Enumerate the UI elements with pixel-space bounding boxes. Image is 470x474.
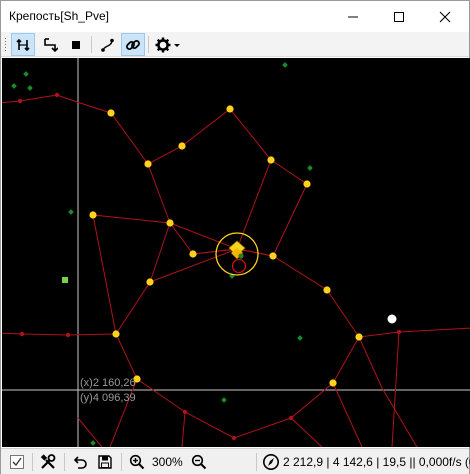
compass-icon (263, 454, 279, 470)
zoom-out-button[interactable] (188, 451, 210, 473)
close-button[interactable] (422, 1, 468, 32)
title-bar: Крепость[Sh_Pve] (1, 1, 469, 32)
stop-button[interactable] (64, 33, 88, 56)
stop-icon (72, 40, 80, 49)
zoom-out-icon (191, 454, 207, 470)
path-edges (2, 94, 470, 447)
map-graph (2, 58, 470, 447)
cursor-x-readout: (x)2 160,26 (80, 377, 136, 389)
zoom-in-button[interactable] (126, 451, 148, 473)
checkbox-icon (10, 455, 24, 469)
path-mode-button[interactable] (11, 33, 35, 56)
waypoint-nodes (89, 105, 363, 387)
toolbar (1, 32, 469, 57)
compass-button[interactable] (260, 451, 282, 473)
dropdown-arrow-icon (174, 43, 180, 47)
window-title: Крепость[Sh_Pve] (9, 9, 109, 23)
link-button[interactable] (121, 33, 145, 56)
minimize-icon (348, 16, 358, 17)
undo-button[interactable] (69, 451, 91, 473)
resource-markers (11, 62, 313, 446)
checkbox-button[interactable] (6, 451, 28, 473)
status-bar: 300% 2 212,9 | 4 142,6 | 19,5 || 0,000f/… (1, 448, 470, 474)
close-icon (439, 11, 451, 22)
zoom-level: 300% (152, 455, 183, 469)
maximize-button[interactable] (376, 1, 422, 32)
waypoint-button[interactable] (96, 33, 120, 56)
zoom-in-icon (129, 454, 145, 470)
path-mode-icon (16, 38, 30, 51)
minimize-button[interactable] (330, 1, 376, 32)
gear-icon (155, 37, 180, 52)
edge-joints (17, 92, 402, 441)
position-info: 2 212,9 | 4 142,6 | 19,5 || 0,000f/s (0) (283, 455, 470, 469)
tools-button[interactable] (37, 451, 59, 473)
undo-icon (73, 456, 87, 469)
toolbar-grip-icon[interactable] (4, 38, 7, 51)
route-button[interactable] (38, 33, 62, 56)
cursor-y-readout: (y)4 096,39 (80, 392, 136, 404)
route-icon (44, 37, 58, 52)
maximize-icon (394, 11, 404, 22)
target-marker (387, 314, 397, 324)
app-window: Крепость[Sh_Pve] (x)2 160,26 (y)4 096,39… (0, 0, 470, 474)
settings-menu-button[interactable] (154, 33, 184, 56)
save-button[interactable] (94, 451, 116, 473)
map-canvas[interactable]: (x)2 160,26 (y)4 096,39 (2, 58, 470, 447)
save-icon (98, 455, 112, 469)
tools-icon (40, 454, 56, 469)
player-marker (215, 232, 259, 276)
waypoint-icon (101, 38, 114, 52)
link-icon (126, 39, 140, 50)
